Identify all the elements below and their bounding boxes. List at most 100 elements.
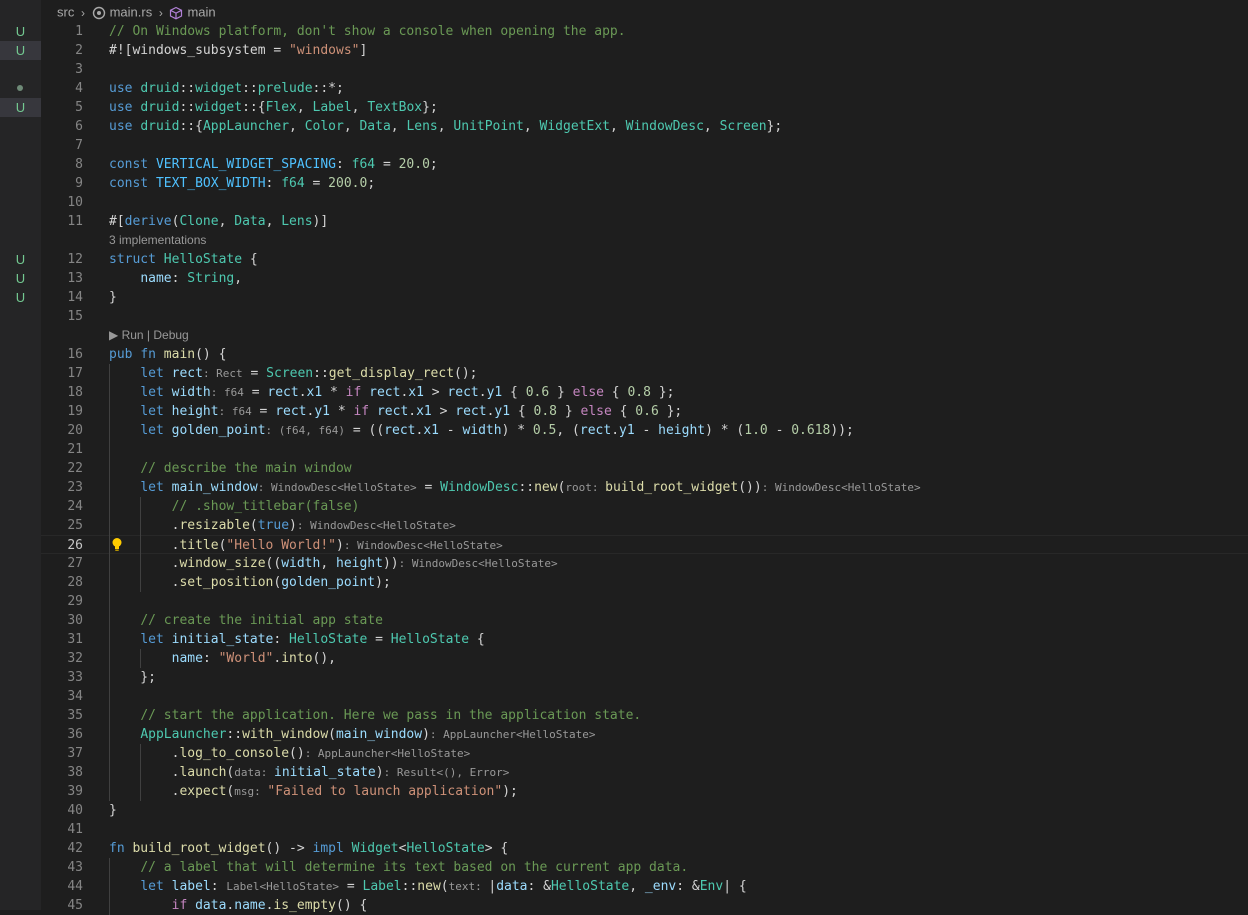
code-token: y1 [314,404,330,419]
code-line[interactable]: 16 pub fn main() { [41,345,1248,364]
code-text: } [109,288,117,307]
code-token: 0.8 [533,404,558,419]
code-line[interactable]: 33 }; [41,668,1248,687]
inlay-hint: : f64 [210,386,244,399]
code-lens[interactable]: ▶ Run | Debug [109,326,189,345]
code-line[interactable]: 4 use druid::widget::prelude::*; [41,79,1248,98]
code-line[interactable]: 28 .set_position(golden_point); [41,573,1248,592]
code-line[interactable]: 2 #![windows_subsystem = "windows"] [41,41,1248,60]
code-line[interactable]: 1 // On Windows platform, don't show a co… [41,22,1248,41]
code-token: Clone [179,214,219,229]
code-line[interactable]: 8 const VERTICAL_WIDGET_SPACING: f64 = 20… [41,155,1248,174]
untracked-marker[interactable]: U [0,250,41,269]
code-token: use [109,100,141,115]
code-lens[interactable]: 3 implementations [109,231,206,250]
code-token: { [469,632,485,647]
code-token: druid [140,81,180,96]
untracked-marker[interactable]: U [0,269,41,288]
code-line[interactable]: 27 .window_size((width, height)): Window… [41,554,1248,573]
untracked-marker[interactable]: U [0,22,41,41]
code-token: | [488,879,497,894]
code-token: TEXT_BOX_WIDTH [155,176,266,191]
code-line[interactable]: 17 let rect: Rect = Screen::get_display_… [41,364,1248,383]
code-line[interactable]: 11 #[derive(Clone, Data, Lens)] [41,212,1248,231]
breadcrumb-folder[interactable]: src [57,5,74,20]
code-token: rect [455,404,487,419]
code-line[interactable]: 32 name: "World".into(), [41,649,1248,668]
code-text: #[derive(Clone, Data, Lens)] [109,212,328,231]
code-line[interactable]: 43 // a label that will determine its te… [41,858,1248,877]
code-line[interactable]: 9 const TEXT_BOX_WIDTH: f64 = 200.0; [41,174,1248,193]
code-line[interactable]: 31 let initial_state: HelloState = Hello… [41,630,1248,649]
indent-guide [140,744,142,801]
code-line[interactable]: 26 .title("Hello World!"): WindowDesc<He… [41,535,1248,554]
code-line[interactable]: 5 use druid::widget::{Flex, Label, TextBo… [41,98,1248,117]
code-line[interactable]: 10 [41,193,1248,212]
code-line[interactable]: 42 fn build_root_widget() -> impl Widget<… [41,839,1248,858]
code-line[interactable]: 13 name: String, [41,269,1248,288]
code-token: (( [265,556,282,571]
code-token: fn [140,347,164,362]
breadcrumb-file[interactable]: main.rs [110,5,153,20]
code-line[interactable]: 25 .resizable(true): WindowDesc<HelloSta… [41,516,1248,535]
code-line[interactable]: 45 if data.name.is_empty() { [41,896,1248,915]
code-line[interactable]: 39 .expect(msg: "Failed to launch applic… [41,782,1248,801]
code-line[interactable]: 37 .log_to_console(): AppLauncher<HelloS… [41,744,1248,763]
code-line[interactable]: 29 [41,592,1248,611]
code-line[interactable]: 36 AppLauncher::with_window(main_window)… [41,725,1248,744]
code-line[interactable]: 15 [41,307,1248,326]
code-line[interactable]: 18 let width: f64 = rect.x1 * if rect.x1… [41,383,1248,402]
code-token: main [163,347,196,362]
code-line[interactable]: 19 let height: f64 = rect.y1 * if rect.x… [41,402,1248,421]
code-line[interactable]: 3 [41,60,1248,79]
breadcrumb: src › main.rs › main [57,0,216,24]
lightbulb-icon[interactable] [110,535,124,554]
code-line[interactable]: 41 [41,820,1248,839]
code-line[interactable]: 38 .launch(data: initial_state): Result<… [41,763,1248,782]
code-text: const VERTICAL_WIDGET_SPACING: f64 = 20.… [109,155,438,174]
line-number: 3 [75,62,83,77]
code-token: ) [336,538,344,553]
code-line[interactable]: 35 // start the application. Here we pas… [41,706,1248,725]
code-token: Flex [265,100,297,115]
code-token: } [109,803,117,818]
code-line[interactable]: 34 [41,687,1248,706]
code-token: into [281,651,313,666]
code-token: WidgetExt [539,119,610,134]
code-line[interactable]: 20 let golden_point: (f64, f64) = ((rect… [41,421,1248,440]
code-token: const [109,157,156,172]
code-token: : [265,176,282,191]
code-token: f64 [351,157,376,172]
code-line[interactable]: 21 [41,440,1248,459]
code-line[interactable]: 7 [41,136,1248,155]
code-token: rect [579,423,612,438]
code-line[interactable]: 12 struct HelloState { [41,250,1248,269]
untracked-marker[interactable]: U [0,288,41,307]
code-token: , [343,119,360,134]
breadcrumb-symbol[interactable]: main [187,5,215,20]
code-line[interactable]: 22 // describe the main window [41,459,1248,478]
code-line[interactable]: 14} [41,288,1248,307]
code-line[interactable]: 30 // create the initial app state [41,611,1248,630]
code-token: - [634,423,659,438]
inlay-hint: text: [448,880,489,893]
code-token: initial_state [171,632,274,647]
code-token: rect [384,423,416,438]
untracked-marker[interactable]: U [0,41,41,60]
code-line[interactable]: 6 use druid::{AppLauncher, Color, Data, L… [41,117,1248,136]
code-line[interactable]: 23 let main_window: WindowDesc<HelloStat… [41,478,1248,497]
code-token: // On Windows platform, don't show a con… [109,24,626,39]
code-token: Lens [281,214,313,229]
code-token: let [140,879,172,894]
code-token: title [179,538,219,553]
code-line[interactable]: 24 // .show_titlebar(false) [41,497,1248,516]
code-token: HelloState [289,632,368,647]
code-line[interactable]: 40} [41,801,1248,820]
line-number: 33 [67,670,83,685]
untracked-marker[interactable]: U [0,98,41,117]
code-line[interactable]: 44 let label: Label<HelloState> = Label:… [41,877,1248,896]
line-number: 8 [75,157,83,172]
